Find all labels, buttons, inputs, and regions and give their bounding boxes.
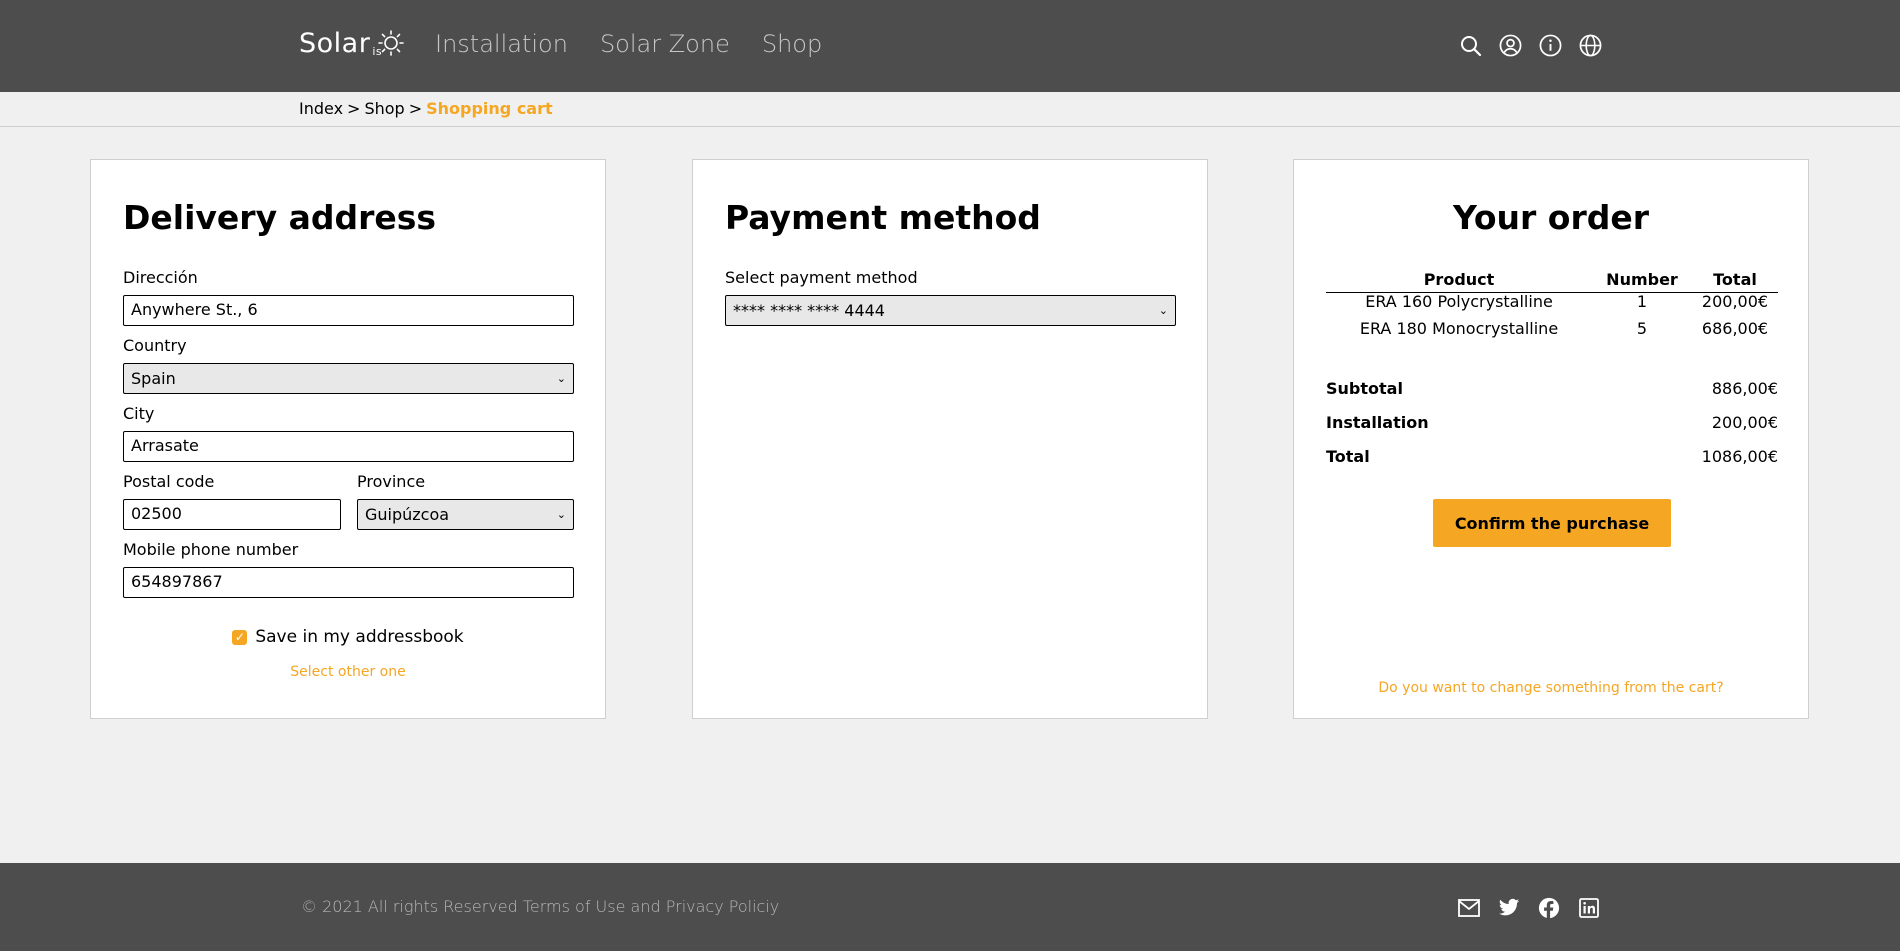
payment-method-select[interactable]: **** **** **** 4444 ⌄ xyxy=(725,295,1176,326)
breadcrumb-separator: > xyxy=(408,99,423,118)
installation-value: 200,00€ xyxy=(1711,413,1778,432)
total-value: 1086,00€ xyxy=(1701,447,1778,466)
address-label: Dirección xyxy=(123,268,198,287)
breadcrumb: Index > Shop > Shopping cart xyxy=(299,99,553,118)
subtotal-value: 886,00€ xyxy=(1711,379,1778,398)
country-select[interactable]: Spain ⌄ xyxy=(123,363,574,394)
province-label: Province xyxy=(357,472,426,491)
nav-installation[interactable]: Installation xyxy=(435,30,568,58)
other-address-row: Select other one xyxy=(91,661,605,680)
save-addressbook-checkbox[interactable]: ✓ xyxy=(232,629,248,645)
main-nav: Installation Solar Zone Shop xyxy=(435,30,854,58)
breadcrumb-index[interactable]: Index xyxy=(299,99,343,118)
order-summary-panel: Your order Product Number Total ERA 160 … xyxy=(1293,159,1809,719)
city-label: City xyxy=(123,404,155,423)
delivery-address-panel: Delivery address Dirección Anywhere St.,… xyxy=(90,159,606,719)
table-row: ERA 160 Polycrystalline 1 200,00€ xyxy=(1326,292,1778,314)
copyright-text: © 2021 All rights Reserved xyxy=(301,897,518,916)
postal-code-input[interactable]: 02500 xyxy=(123,499,341,530)
postal-code-label: Postal code xyxy=(123,472,215,491)
total-label: Total xyxy=(1326,447,1370,466)
phone-label: Mobile phone number xyxy=(123,540,299,559)
country-value: Spain xyxy=(131,369,176,388)
linkedin-icon[interactable] xyxy=(1576,896,1601,920)
row-number: 5 xyxy=(1636,319,1648,338)
province-select[interactable]: Guipúzcoa ⌄ xyxy=(357,499,574,530)
country-label: Country xyxy=(123,336,187,355)
privacy-link[interactable]: Privacy Policiy xyxy=(666,897,779,916)
row-product: ERA 160 Polycrystalline xyxy=(1365,292,1553,311)
row-total: 686,00€ xyxy=(1701,319,1769,338)
col-total: Total xyxy=(1713,270,1757,289)
site-footer: © 2021 All rights Reserved Terms of Use … xyxy=(0,863,1900,951)
select-other-address-link[interactable]: Select other one xyxy=(290,664,405,680)
col-product: Product xyxy=(1423,270,1495,289)
breadcrumb-current: Shopping cart xyxy=(426,99,553,118)
payment-method-value: **** **** **** 4444 xyxy=(733,301,885,320)
breadcrumb-separator: > xyxy=(347,99,361,118)
province-value: Guipúzcoa xyxy=(365,505,450,524)
order-title: Your order xyxy=(1452,198,1650,237)
change-cart-row: Do you want to change something from the… xyxy=(1294,677,1808,696)
row-total: 200,00€ xyxy=(1701,292,1769,311)
footer-copyright: © 2021 All rights Reserved Terms of Use … xyxy=(301,897,779,916)
payment-method-panel: Payment method Select payment method ***… xyxy=(692,159,1208,719)
row-number: 1 xyxy=(1636,292,1648,311)
nav-solar-zone[interactable]: Solar Zone xyxy=(600,30,730,58)
save-addressbook-row: ✓ Save in my addressbook xyxy=(91,627,605,647)
city-input[interactable]: Arrasate xyxy=(123,431,574,462)
subtotal-label: Subtotal xyxy=(1326,379,1403,398)
twitter-icon[interactable] xyxy=(1496,896,1521,920)
breadcrumb-shop[interactable]: Shop xyxy=(364,99,404,118)
globe-icon[interactable] xyxy=(1578,33,1603,58)
header-actions xyxy=(1458,33,1603,58)
chevron-down-icon: ⌄ xyxy=(556,372,566,385)
mail-icon[interactable] xyxy=(1456,896,1481,920)
row-product: ERA 180 Monocrystalline xyxy=(1359,319,1559,338)
chevron-down-icon: ⌄ xyxy=(1158,304,1168,317)
col-number: Number xyxy=(1606,270,1678,289)
brand-logo[interactable]: Solar is xyxy=(299,28,404,59)
phone-input[interactable]: 654897867 xyxy=(123,567,574,598)
site-header: Solar is Installation Solar Zone Shop xyxy=(0,0,1900,92)
social-links xyxy=(1456,896,1601,920)
order-table-header: Product Number Total xyxy=(1326,270,1778,293)
breadcrumb-bar: Index > Shop > Shopping cart xyxy=(0,92,1900,127)
payment-title: Payment method xyxy=(725,198,1041,237)
nav-shop[interactable]: Shop xyxy=(762,30,822,58)
search-icon[interactable] xyxy=(1458,33,1483,58)
table-row: ERA 180 Monocrystalline 5 686,00€ xyxy=(1326,319,1778,341)
chevron-down-icon: ⌄ xyxy=(556,508,566,521)
terms-link[interactable]: Terms of Use xyxy=(523,897,626,916)
payment-select-label: Select payment method xyxy=(725,268,918,287)
and-text: and xyxy=(630,897,661,916)
confirm-purchase-button[interactable]: Confirm the purchase xyxy=(1433,499,1671,547)
info-icon[interactable] xyxy=(1538,33,1563,58)
sun-icon xyxy=(378,30,404,56)
facebook-icon[interactable] xyxy=(1536,896,1561,920)
save-addressbook-label[interactable]: Save in my addressbook xyxy=(255,627,463,647)
installation-label: Installation xyxy=(1326,413,1429,432)
address-input[interactable]: Anywhere St., 6 xyxy=(123,295,574,326)
brand-name: Solar xyxy=(299,28,371,59)
user-icon[interactable] xyxy=(1498,33,1523,58)
change-cart-link[interactable]: Do you want to change something from the… xyxy=(1378,680,1723,696)
delivery-title: Delivery address xyxy=(123,198,437,237)
